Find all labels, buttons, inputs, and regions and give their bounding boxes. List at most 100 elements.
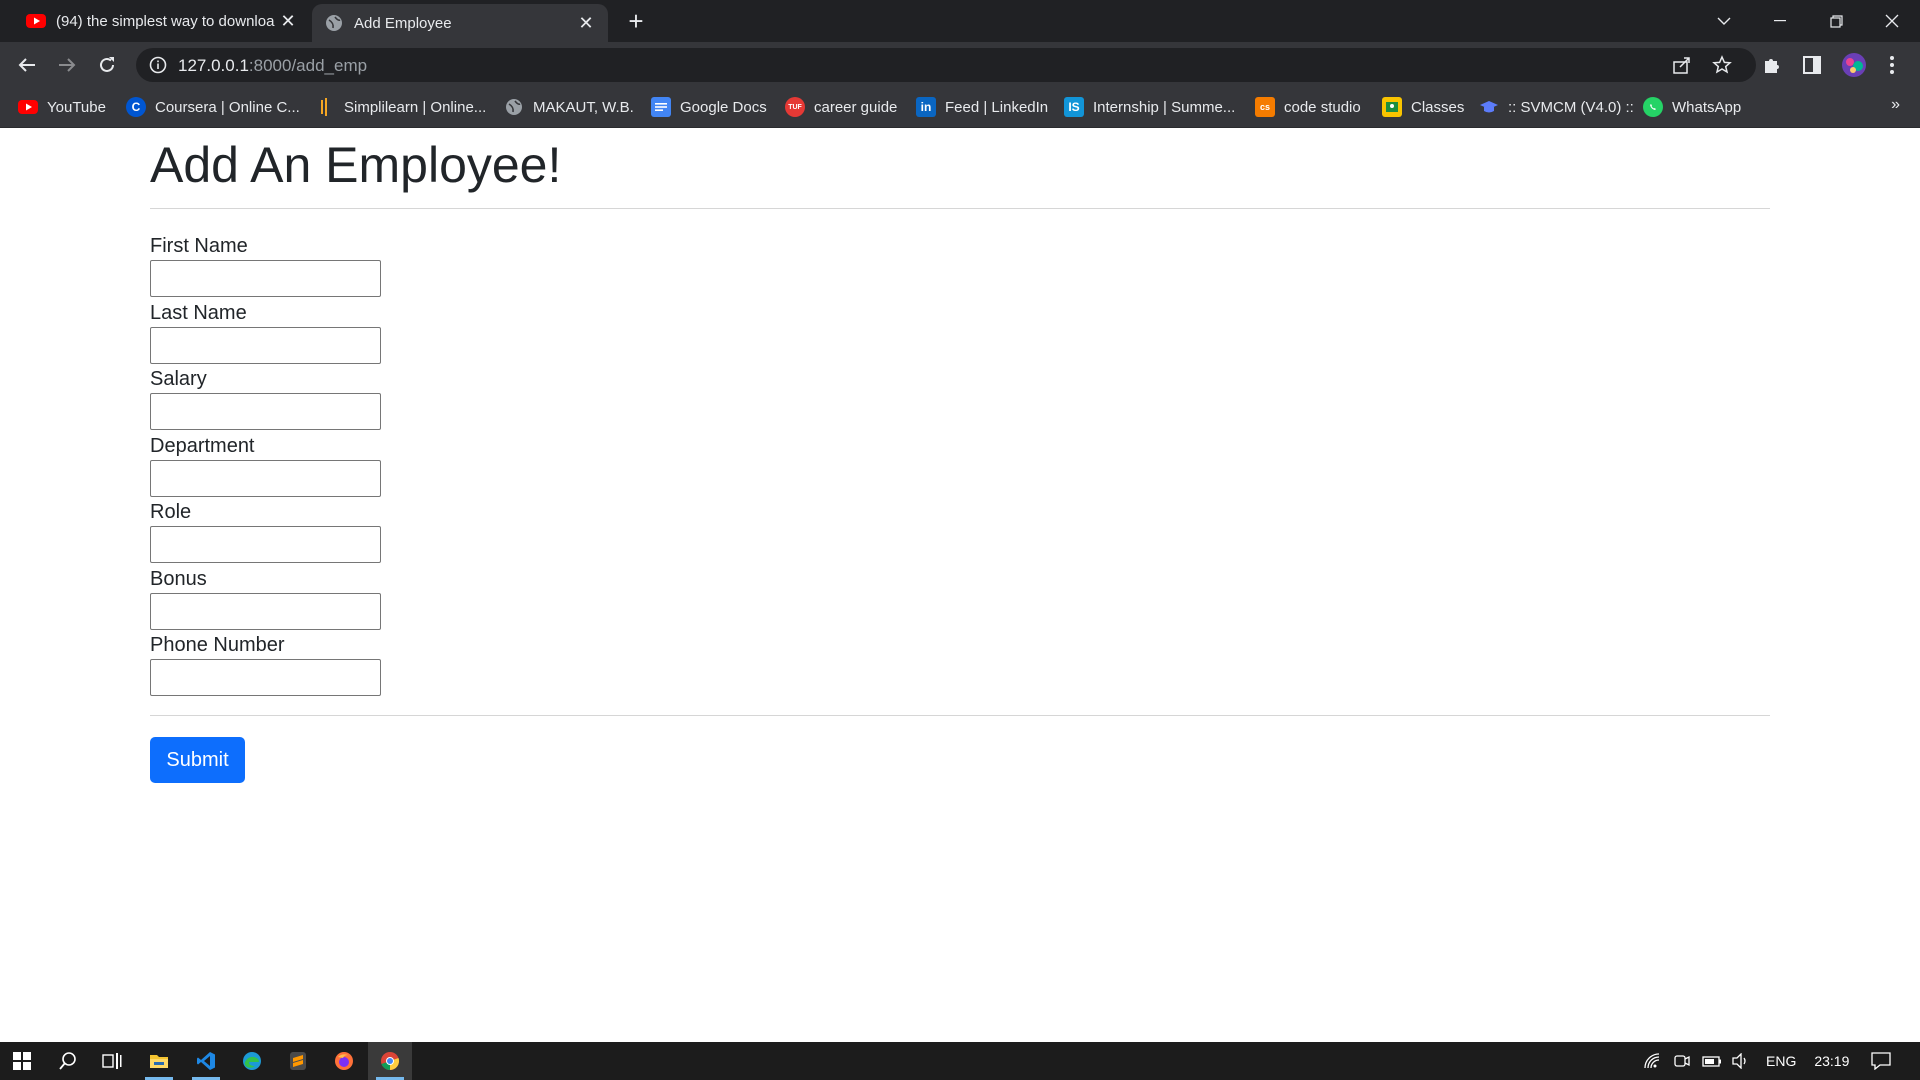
side-panel-button[interactable] bbox=[1796, 49, 1828, 81]
youtube-icon bbox=[26, 11, 46, 31]
folder-icon bbox=[150, 1055, 168, 1068]
url-host: 127.0.0.1 bbox=[178, 56, 249, 75]
google-docs-icon bbox=[651, 97, 671, 117]
simplilearn-icon bbox=[315, 97, 335, 117]
volume-icon[interactable] bbox=[1732, 1053, 1750, 1069]
restore-button[interactable] bbox=[1808, 0, 1864, 42]
submit-button[interactable]: Submit bbox=[150, 737, 245, 783]
tab-search-button[interactable] bbox=[1696, 0, 1752, 42]
phone-number-field[interactable] bbox=[150, 659, 381, 696]
sublime-text-button[interactable] bbox=[276, 1042, 320, 1080]
bookmark-classes[interactable]: Classes bbox=[1382, 96, 1464, 118]
bonus-label: Bonus bbox=[150, 568, 207, 590]
edge-button[interactable] bbox=[230, 1042, 274, 1080]
menu-button[interactable] bbox=[1876, 49, 1908, 81]
bookmark-makaut[interactable]: MAKAUT, W.B. bbox=[504, 96, 634, 118]
last-name-label: Last Name bbox=[150, 302, 247, 324]
bookmark-linkedin[interactable]: in Feed | LinkedIn bbox=[916, 96, 1048, 118]
new-tab-button[interactable]: + bbox=[622, 8, 650, 36]
bookmark-google-docs[interactable]: Google Docs bbox=[651, 96, 767, 118]
department-label: Department bbox=[150, 435, 255, 457]
divider bbox=[150, 208, 1770, 209]
clock[interactable]: 23:19 bbox=[1814, 1053, 1849, 1069]
minimize-icon bbox=[1774, 20, 1786, 22]
language-indicator[interactable]: ENG bbox=[1766, 1053, 1796, 1069]
chrome-button[interactable] bbox=[368, 1042, 412, 1080]
youtube-icon bbox=[18, 97, 38, 117]
chevron-down-icon bbox=[1717, 17, 1731, 25]
arrow-left-icon bbox=[18, 58, 35, 72]
extensions-button[interactable] bbox=[1756, 49, 1788, 81]
close-icon[interactable]: ✕ bbox=[576, 13, 596, 33]
page-title: Add An Employee! bbox=[150, 137, 562, 193]
address-bar[interactable]: 127.0.0.1:8000/add_emp bbox=[136, 48, 1756, 82]
windows-logo-icon bbox=[13, 1052, 31, 1070]
globe-icon bbox=[504, 97, 524, 117]
bookmarks-overflow-button[interactable]: » bbox=[1891, 96, 1900, 114]
bookmark-youtube[interactable]: YouTube bbox=[18, 96, 106, 118]
coursera-icon: C bbox=[126, 97, 146, 117]
classroom-icon bbox=[1382, 97, 1402, 117]
bookmark-label: Simplilearn | Online... bbox=[344, 98, 487, 116]
close-icon[interactable]: ✕ bbox=[278, 11, 298, 31]
chrome-icon bbox=[381, 1052, 400, 1070]
task-view-icon bbox=[102, 1053, 122, 1069]
bookmark-label: Internship | Summe... bbox=[1093, 98, 1236, 116]
bookmark-internship[interactable]: IS Internship | Summe... bbox=[1064, 96, 1235, 118]
reload-button[interactable] bbox=[91, 49, 123, 81]
divider bbox=[150, 715, 1770, 716]
firefox-button[interactable] bbox=[322, 1042, 366, 1080]
task-view-button[interactable] bbox=[90, 1042, 134, 1080]
meet-now-icon[interactable] bbox=[1674, 1052, 1690, 1070]
first-name-field[interactable] bbox=[150, 260, 381, 297]
role-field[interactable] bbox=[150, 526, 381, 563]
bookmark-label: career guide bbox=[814, 98, 898, 116]
start-button[interactable] bbox=[0, 1042, 44, 1080]
info-icon[interactable] bbox=[148, 55, 168, 75]
browser-toolbar: 127.0.0.1:8000/add_emp bbox=[0, 42, 1920, 87]
battery-icon[interactable] bbox=[1702, 1054, 1722, 1068]
last-name-field[interactable] bbox=[150, 327, 381, 364]
bookmark-simplilearn[interactable]: Simplilearn | Online... bbox=[315, 96, 486, 118]
bookmark-career-guide[interactable]: TUF career guide bbox=[785, 96, 897, 118]
share-icon[interactable] bbox=[1672, 55, 1692, 75]
edge-icon bbox=[243, 1052, 261, 1070]
bookmark-label: Classes bbox=[1411, 98, 1465, 116]
url-text[interactable]: 127.0.0.1:8000/add_emp bbox=[178, 56, 367, 76]
reload-icon bbox=[100, 57, 114, 72]
department-field[interactable] bbox=[150, 460, 381, 497]
notification-icon[interactable] bbox=[1871, 1052, 1892, 1070]
bonus-field[interactable] bbox=[150, 593, 381, 630]
page-content: Add An Employee! First Name Last Name Sa… bbox=[0, 128, 1920, 1042]
puzzle-icon bbox=[1765, 59, 1779, 73]
file-explorer-button[interactable] bbox=[137, 1042, 181, 1080]
search-icon bbox=[59, 1052, 76, 1070]
whatsapp-icon bbox=[1643, 97, 1663, 117]
back-button[interactable] bbox=[11, 49, 43, 81]
minimize-button[interactable] bbox=[1752, 0, 1808, 42]
bookmark-label: Coursera | Online C... bbox=[155, 98, 300, 116]
bookmark-svmcm[interactable]: :: SVMCM (V4.0) :: bbox=[1479, 96, 1634, 118]
phone-number-label: Phone Number bbox=[150, 634, 285, 656]
role-label: Role bbox=[150, 501, 192, 523]
forward-button[interactable] bbox=[51, 49, 83, 81]
tab-youtube[interactable]: (94) the simplest way to downloa ✕ bbox=[14, 0, 310, 42]
avatar bbox=[1842, 53, 1866, 77]
bookmark-label: Feed | LinkedIn bbox=[945, 98, 1049, 116]
tab-add-employee[interactable]: Add Employee ✕ bbox=[312, 4, 608, 42]
graduation-cap-icon bbox=[1479, 97, 1499, 117]
salary-field[interactable] bbox=[150, 393, 381, 430]
vscode-icon bbox=[197, 1052, 215, 1070]
internshala-icon: IS bbox=[1064, 97, 1084, 117]
bookmark-code-studio[interactable]: cs code studio bbox=[1255, 96, 1361, 118]
bookmark-whatsapp[interactable]: WhatsApp bbox=[1643, 96, 1741, 118]
wifi-icon[interactable] bbox=[1644, 1053, 1662, 1069]
close-window-button[interactable] bbox=[1864, 0, 1920, 42]
search-button[interactable] bbox=[46, 1042, 90, 1080]
profile-button[interactable] bbox=[1838, 49, 1870, 81]
bookmark-coursera[interactable]: C Coursera | Online C... bbox=[126, 96, 300, 118]
bookmark-label: :: SVMCM (V4.0) :: bbox=[1508, 98, 1634, 116]
vscode-button[interactable] bbox=[184, 1042, 228, 1080]
star-icon[interactable] bbox=[1712, 55, 1732, 75]
salary-label: Salary bbox=[150, 368, 207, 390]
